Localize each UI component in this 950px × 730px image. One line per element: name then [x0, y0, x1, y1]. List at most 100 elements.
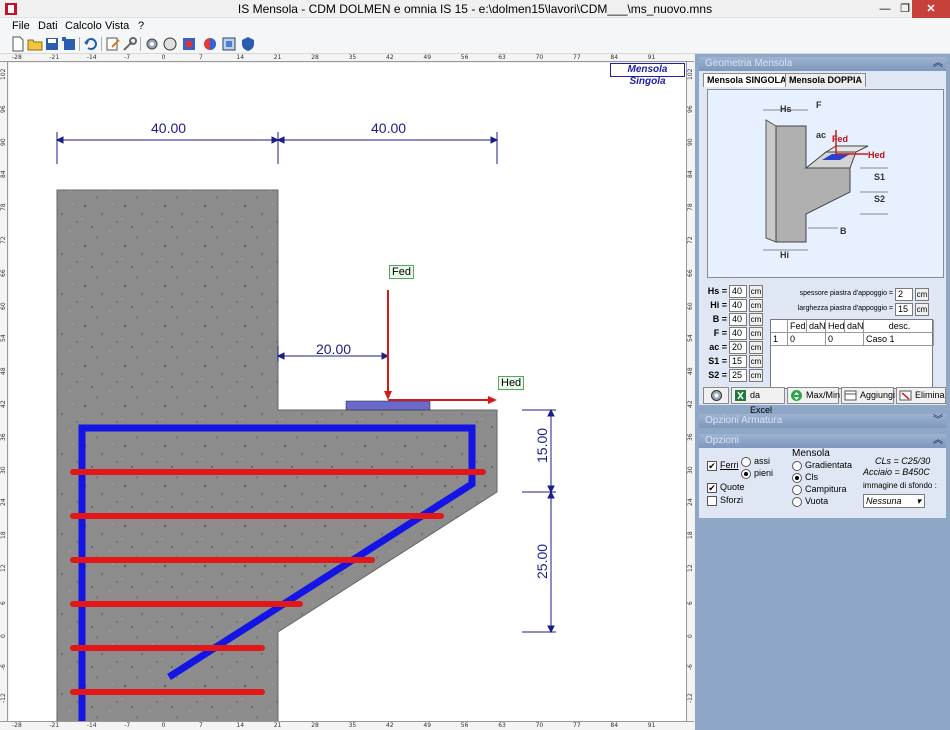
ruler-tick-label: 24 — [687, 498, 694, 507]
minimize-button[interactable]: — — [876, 0, 894, 18]
ruler-tick-label: 54 — [0, 334, 7, 343]
close-button[interactable]: ✕ — [912, 0, 950, 18]
campitura-radio[interactable] — [792, 485, 802, 495]
cls-class: CLs = C25/30 — [875, 456, 931, 466]
table-cell-hed[interactable]: 0 — [826, 333, 864, 346]
param-input[interactable]: 40 — [729, 327, 747, 340]
param-label: S1 = — [708, 356, 727, 366]
force-arrows — [384, 290, 497, 404]
ruler-tick-label: 90 — [0, 137, 7, 146]
excel-button[interactable]: da Excel — [731, 387, 785, 415]
ruler-tick-label: -14 — [86, 54, 97, 61]
geometry-panel-header[interactable]: Geometria Mensola ︽ — [699, 57, 946, 71]
param-input[interactable]: 25 — [729, 369, 747, 382]
quote-checkbox[interactable]: ✔ — [707, 483, 717, 493]
menu-file[interactable]: File — [12, 20, 30, 32]
ruler-bottom: -28 -21 -14 -7 0 7 14 21 28 35 42 49 56 63 70 77 84 91 — [0, 721, 694, 730]
ruler-tick-label: 7 — [199, 722, 203, 729]
collapse-icon[interactable]: ︽ — [933, 57, 943, 71]
ruler-tick-label: 14 — [236, 722, 245, 729]
menu-vista[interactable]: Vista — [105, 20, 129, 32]
ruler-tick-label: 42 — [386, 722, 394, 729]
sforzi-checkbox[interactable] — [707, 496, 717, 506]
ruler-tick-label: 14 — [236, 54, 245, 61]
preview-label-fed: Fed — [832, 134, 849, 144]
drawing-canvas[interactable]: Mensola Singola 40.00 40.00 20.00 15.00 … — [9, 63, 686, 721]
load-table[interactable]: Fed daN Hed daN desc. 1 0 0 Caso 1 — [770, 319, 934, 389]
ruler-tick-label: 48 — [0, 367, 7, 376]
menu-help[interactable]: ? — [138, 20, 144, 32]
open-folder-icon[interactable] — [27, 36, 43, 52]
assi-radio[interactable] — [741, 457, 751, 467]
tools-icon[interactable] — [122, 36, 138, 52]
ruler-tick-label: 49 — [423, 722, 432, 729]
plate-width-input[interactable]: 15 — [895, 303, 913, 316]
background-image-select[interactable]: Nessuna ▾ — [863, 494, 925, 508]
cls-radio[interactable] — [792, 473, 802, 483]
preview-label-f: F — [816, 100, 822, 110]
param-input[interactable]: 40 — [729, 313, 747, 326]
color-icon[interactable] — [202, 36, 218, 52]
undo-icon[interactable] — [83, 36, 99, 52]
param-label: Hs = — [707, 286, 727, 296]
save-all-icon[interactable] — [61, 36, 77, 52]
delete-row-icon — [899, 390, 912, 401]
tab-mensola-singola[interactable]: Mensola SINGOLA — [703, 73, 791, 87]
collapse-icon[interactable]: ︽ — [933, 434, 943, 448]
param-unit[interactable]: cm — [749, 369, 763, 382]
delete-button[interactable]: Elimina — [896, 387, 946, 404]
gradientata-radio[interactable] — [792, 461, 802, 471]
vuota-radio[interactable] — [792, 497, 802, 507]
options-panel-header[interactable]: Opzioni Armatura ︾ — [699, 414, 946, 428]
save-icon[interactable] — [44, 36, 60, 52]
add-button[interactable]: Aggiungi — [841, 387, 895, 404]
param-unit[interactable]: cm — [749, 355, 763, 368]
excel-button-label: da Excel — [750, 390, 773, 415]
settings-icon[interactable] — [144, 36, 160, 52]
param-unit[interactable]: cm — [749, 327, 763, 340]
campitura-label: Campitura — [805, 484, 847, 494]
param-unit[interactable]: cm — [749, 313, 763, 326]
options-inner-header[interactable]: Opzioni ︽ — [699, 434, 946, 448]
pieni-radio[interactable] — [741, 469, 751, 479]
calc-icon[interactable] — [162, 36, 178, 52]
dimension-top-right: 40.00 — [371, 120, 407, 136]
table-header-desc: desc. — [864, 320, 934, 333]
plate-thickness-input[interactable]: 2 — [895, 288, 913, 301]
refresh-icon[interactable] — [181, 36, 197, 52]
menu-dati[interactable]: Dati — [38, 20, 58, 32]
toolbar-separator — [79, 37, 80, 51]
param-unit[interactable]: cm — [749, 341, 763, 354]
param-input[interactable]: 15 — [729, 355, 747, 368]
edit-icon[interactable] — [105, 36, 121, 52]
param-unit[interactable]: cm — [749, 285, 763, 298]
ruler-tick-label: 18 — [0, 531, 7, 540]
plate-width-unit[interactable]: cm — [915, 303, 929, 316]
ruler-tick-label: 77 — [573, 54, 581, 61]
shield-icon[interactable] — [240, 36, 256, 52]
top-dimension — [55, 132, 499, 164]
ruler-tick-label: 91 — [647, 54, 656, 61]
param-input[interactable]: 20 — [729, 341, 747, 354]
layers-icon[interactable] — [221, 36, 237, 52]
param-input[interactable]: 40 — [729, 299, 747, 312]
tab-mensola-doppia[interactable]: Mensola DOPPIA — [785, 73, 867, 87]
vuota-label: Vuota — [805, 496, 829, 506]
param-unit[interactable]: cm — [749, 299, 763, 312]
menu-calcolo[interactable]: Calcolo — [65, 20, 102, 32]
ruler-tick-label: 66 — [0, 269, 7, 277]
ferri-checkbox[interactable]: ✔ — [707, 461, 717, 471]
ruler-tick-label: 102 — [687, 68, 694, 80]
settings-button[interactable] — [703, 387, 729, 404]
param-input[interactable]: 40 — [729, 285, 747, 298]
maxmin-button[interactable]: Max/Min — [787, 387, 840, 404]
new-file-icon[interactable] — [10, 36, 26, 52]
plate-thickness-unit[interactable]: cm — [915, 288, 929, 301]
ruler-top: -28 -21 -14 -7 0 7 14 21 28 35 42 49 56 63 70 77 84 91 — [0, 54, 694, 62]
table-cell-fed[interactable]: 0 — [788, 333, 826, 346]
ruler-tick-label: -7 — [124, 722, 131, 729]
ruler-tick-label: 42 — [687, 400, 694, 408]
preview-label-s2: S2 — [874, 194, 886, 204]
collapse-icon[interactable]: ︾ — [933, 414, 943, 428]
table-cell-desc[interactable]: Caso 1 — [864, 333, 934, 346]
